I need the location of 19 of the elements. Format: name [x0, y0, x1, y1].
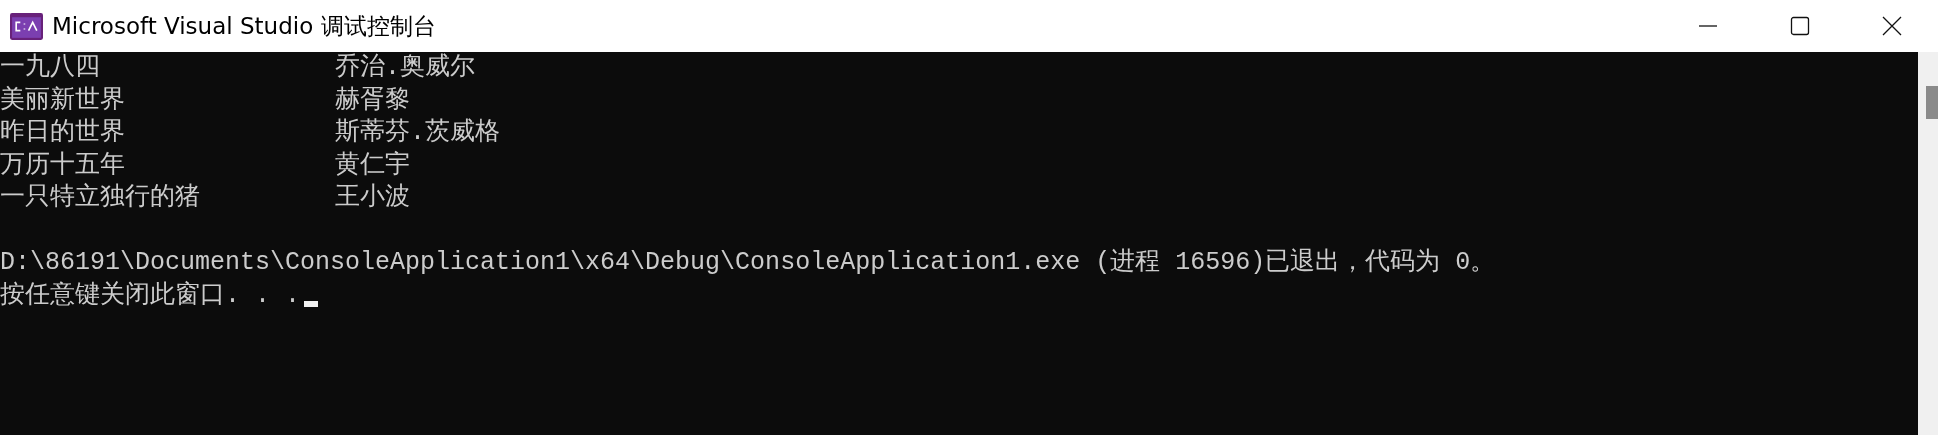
console-text: 美丽新世界 [0, 84, 126, 117]
console-text: 一九八四 [0, 52, 101, 84]
minimize-icon [1698, 25, 1718, 27]
console-text: 斯蒂芬.茨威格 [335, 117, 500, 149]
console-text: D:\86191\Documents\ConsoleApplication1\x64\Debug\ConsoleApplication1.exe (进程 16596)已退出，代码为 0。 [0, 247, 1496, 279]
console-text: 昨日的世界 [0, 117, 126, 149]
console-text: 黄仁宇 [335, 149, 410, 182]
console-text: 赫胥黎 [335, 84, 410, 117]
console-text: 万历十五年 [0, 149, 126, 182]
maximize-icon [1790, 16, 1810, 36]
console-app-icon [10, 12, 43, 40]
scrollbar[interactable] [1918, 52, 1938, 435]
window-title: Microsoft Visual Studio 调试控制台 [52, 11, 436, 41]
scrollbar-thumb[interactable] [1926, 86, 1938, 119]
console-text: 王小波 [335, 182, 410, 214]
close-icon [1882, 16, 1902, 36]
console-text: 一只特立独行的猪 [0, 182, 201, 214]
console-text: 按任意键关闭此窗口. . . [0, 279, 300, 312]
console-text: 乔治.奥威尔 [335, 52, 475, 84]
